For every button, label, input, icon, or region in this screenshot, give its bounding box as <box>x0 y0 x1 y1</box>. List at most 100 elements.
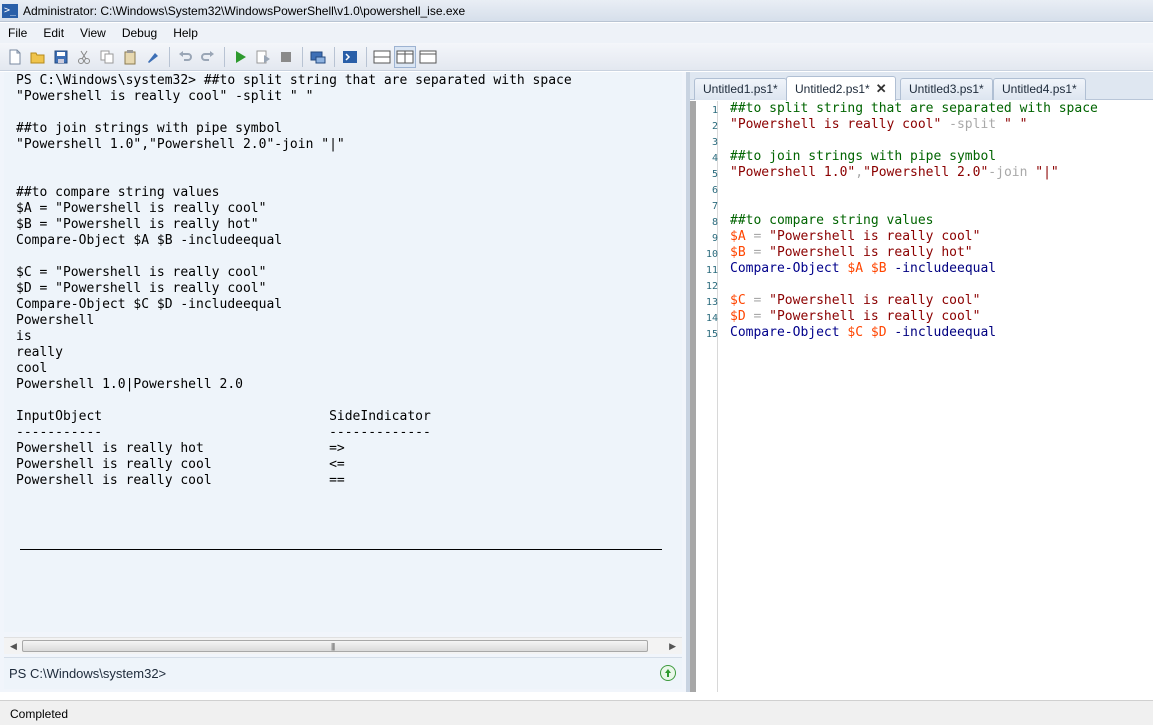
layout-maximize-icon[interactable] <box>417 46 439 68</box>
layout-side-icon[interactable] <box>394 45 416 68</box>
tab-untitled2[interactable]: Untitled2.ps1* ✕ <box>786 76 896 101</box>
line-number: 15 <box>705 329 718 340</box>
cut-icon[interactable] <box>73 46 95 68</box>
output-line: Compare-Object $C $D -includeequal <box>16 297 283 312</box>
output-line: ##to compare string values <box>16 185 220 200</box>
run-selection-icon[interactable] <box>252 46 274 68</box>
script-pane: Untitled1.ps1* Untitled2.ps1* ✕ Untitled3… <box>690 72 1153 692</box>
code-token: , <box>855 165 864 180</box>
line-number: 14 <box>705 313 718 324</box>
output-line: InputObject SideIndicator <box>16 409 431 424</box>
output-line: Compare-Object $A $B -includeequal <box>16 233 283 248</box>
code-line: $B = "Powershell is really hot" <box>730 245 1098 261</box>
tab-label: Untitled2.ps1* <box>795 82 870 96</box>
tab-untitled3[interactable]: Untitled3.ps1* <box>900 78 993 100</box>
redo-icon[interactable] <box>197 46 219 68</box>
line-number: 5 <box>711 169 718 180</box>
line-number: 6 <box>711 185 718 196</box>
status-text: Completed <box>10 707 69 721</box>
output-line: Powershell <box>16 313 95 328</box>
output-line: Powershell is really cool == <box>16 473 345 488</box>
copy-icon[interactable] <box>96 46 118 68</box>
toolbar <box>0 43 1153 71</box>
grip-icon: ||| <box>331 642 335 651</box>
code-line: ##to split string that are separated wit… <box>730 101 1098 117</box>
layout-top-icon[interactable] <box>371 46 393 68</box>
powershell-console-icon[interactable] <box>339 46 361 68</box>
line-number: 1 <box>711 105 718 116</box>
scroll-left-icon[interactable]: ◀ <box>10 641 17 652</box>
code-token: Compare-Object <box>730 261 840 276</box>
code-line: $D = "Powershell is really cool" <box>730 309 1098 325</box>
code-token: $B <box>870 261 887 276</box>
scroll-right-icon[interactable]: ▶ <box>669 641 676 652</box>
menu-debug[interactable]: Debug <box>114 26 165 40</box>
menu-help[interactable]: Help <box>165 26 206 40</box>
undo-icon[interactable] <box>174 46 196 68</box>
output-line: is <box>16 329 32 344</box>
line-number: 7 <box>711 201 718 212</box>
code-token: = <box>745 309 770 324</box>
command-prompt: PS C:\Windows\system32> <box>9 666 167 681</box>
output-line: ##to join strings with pipe symbol <box>16 121 283 136</box>
code-line: $A = "Powershell is really cool" <box>730 229 1098 245</box>
code-line: ##to compare string values <box>730 213 1098 229</box>
output-line: cool <box>16 361 48 376</box>
code-token: "Powershell is really cool" <box>769 309 981 324</box>
line-number: 12 <box>705 281 718 292</box>
output-line: Powershell is really hot => <box>16 441 345 456</box>
output-line: $D = "Powershell is really cool" <box>16 281 267 296</box>
code-token: Compare-Object <box>730 325 840 340</box>
clear-icon[interactable] <box>142 46 164 68</box>
code-token: ##to split string that are separated wit… <box>730 101 1098 116</box>
code-line: "Powershell 1.0","Powershell 2.0"-join "… <box>730 165 1098 181</box>
tab-untitled1[interactable]: Untitled1.ps1* <box>694 78 787 100</box>
new-icon[interactable] <box>4 46 26 68</box>
code-editor[interactable]: ##to split string that are separated wit… <box>730 101 1098 341</box>
code-line: $C = "Powershell is really cool" <box>730 293 1098 309</box>
save-icon[interactable] <box>50 46 72 68</box>
stop-icon[interactable] <box>275 46 297 68</box>
output-pane[interactable]: PS C:\Windows\system32> ##to split strin… <box>4 72 682 632</box>
new-remote-tab-icon[interactable] <box>307 46 329 68</box>
title-bar: >_ Administrator: C:\Windows\System32\Wi… <box>0 0 1153 22</box>
run-icon[interactable] <box>229 46 251 68</box>
output-line: really <box>16 345 63 360</box>
run-command-icon[interactable] <box>660 665 676 681</box>
code-token: = <box>745 245 770 260</box>
menu-view[interactable]: View <box>72 26 114 40</box>
command-input-pane[interactable]: PS C:\Windows\system32> <box>4 657 682 689</box>
scrollbar-thumb[interactable]: ||| <box>22 640 648 652</box>
code-token: "Powershell 2.0" <box>863 165 989 180</box>
code-token: $B <box>730 245 746 260</box>
tab-untitled4[interactable]: Untitled4.ps1* <box>993 78 1086 100</box>
menu-edit[interactable]: Edit <box>35 26 72 40</box>
horizontal-scrollbar[interactable]: ◀ ||| ▶ <box>4 637 682 654</box>
line-number: 13 <box>705 297 718 308</box>
tab-label: Untitled3.ps1* <box>909 82 984 96</box>
line-number: 9 <box>711 233 718 244</box>
code-token: "Powershell is really cool" <box>730 117 942 132</box>
code-line: "Powershell is really cool" -split " " <box>730 117 1098 133</box>
paste-icon[interactable] <box>119 46 141 68</box>
output-divider <box>20 549 662 550</box>
code-token: -join <box>988 165 1036 180</box>
menu-file[interactable]: File <box>0 26 35 40</box>
toolbar-separator <box>302 46 303 67</box>
code-token: $C <box>847 325 864 340</box>
open-icon[interactable] <box>27 46 49 68</box>
output-line: PS C:\Windows\system32> ##to split strin… <box>16 73 572 88</box>
output-line: $A = "Powershell is really cool" <box>16 201 267 216</box>
code-token: $A <box>730 229 746 244</box>
output-line: "Powershell 1.0","Powershell 2.0"-join "… <box>16 137 345 152</box>
window-title: Administrator: C:\Windows\System32\Windo… <box>23 3 466 18</box>
close-icon[interactable]: ✕ <box>876 81 887 96</box>
